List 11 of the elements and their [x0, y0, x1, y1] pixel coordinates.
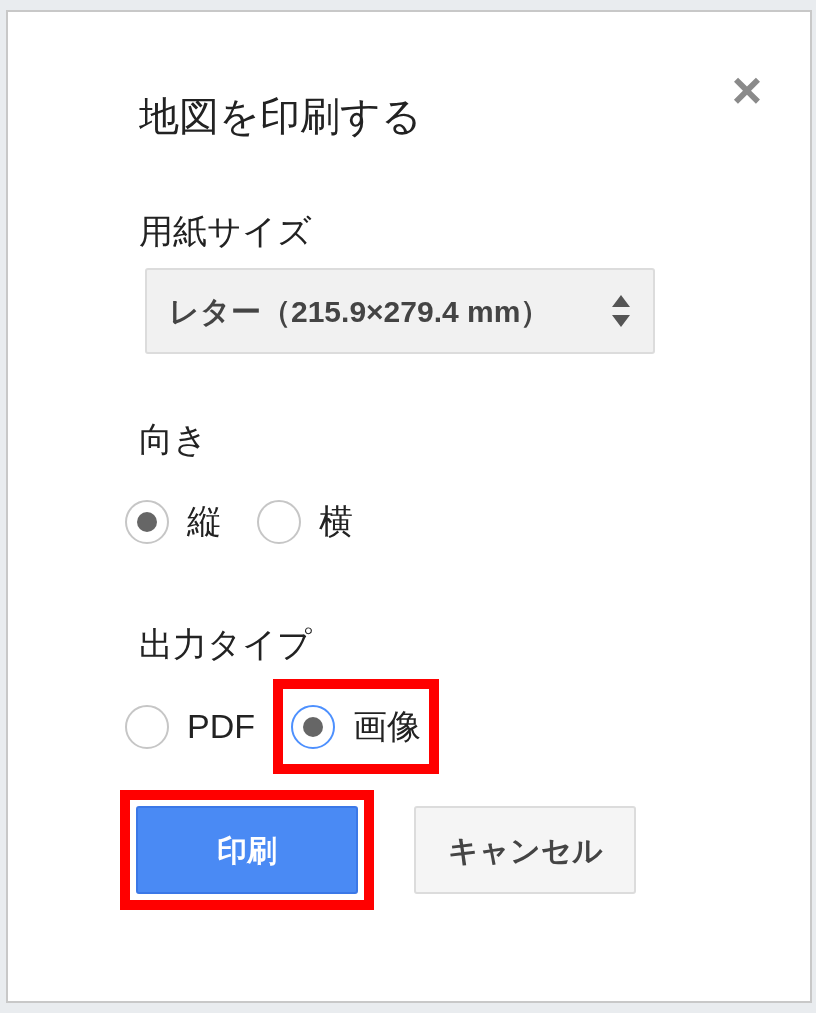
paper-size-label: 用紙サイズ: [139, 214, 313, 248]
radio-option[interactable]: PDF: [125, 701, 255, 752]
up-down-arrows-icon: [611, 293, 631, 329]
group-label: 向き: [139, 422, 209, 456]
paper-size-select[interactable]: レター（215.9×279.4 mm）: [145, 268, 655, 354]
cancel-button[interactable]: キャンセル: [414, 806, 636, 894]
group-label: 出力タイプ: [139, 627, 313, 661]
radio-option[interactable]: 横: [257, 496, 353, 547]
dialog-title: 地図を印刷する: [139, 96, 423, 136]
radio-option[interactable]: 縦: [125, 496, 221, 547]
radio-option[interactable]: 画像: [291, 701, 421, 752]
